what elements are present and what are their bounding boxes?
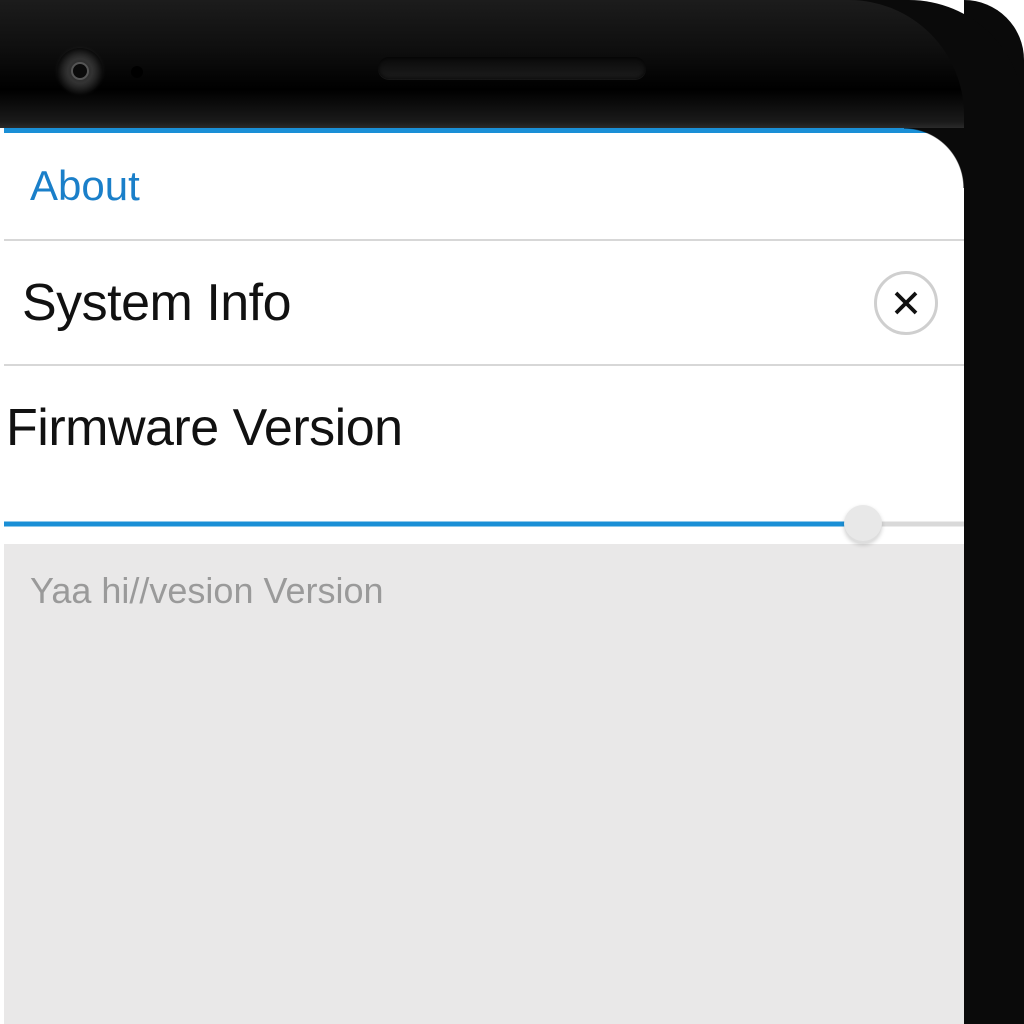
firmware-label: Firmware Version bbox=[4, 398, 964, 458]
proximity-sensor-icon bbox=[131, 66, 143, 78]
screen: About System Info Firmware Version Yaa h… bbox=[4, 128, 964, 1024]
content-body: Yaa hi//vesion Version bbox=[4, 544, 964, 1024]
system-info-header: System Info bbox=[4, 241, 964, 366]
panel-title: System Info bbox=[22, 273, 291, 333]
slider-thumb[interactable] bbox=[844, 505, 882, 543]
close-button[interactable] bbox=[874, 271, 938, 335]
close-icon bbox=[891, 288, 921, 318]
firmware-section: Firmware Version bbox=[4, 366, 964, 544]
earpiece-speaker-icon bbox=[378, 57, 646, 79]
front-camera-icon bbox=[57, 48, 103, 94]
slider-fill bbox=[4, 522, 863, 527]
about-header-label: About bbox=[30, 162, 140, 210]
version-placeholder: Yaa hi//vesion Version bbox=[30, 570, 938, 612]
firmware-slider[interactable] bbox=[4, 504, 964, 544]
device-frame: About System Info Firmware Version Yaa h… bbox=[0, 0, 1024, 1024]
about-header[interactable]: About bbox=[4, 133, 964, 241]
